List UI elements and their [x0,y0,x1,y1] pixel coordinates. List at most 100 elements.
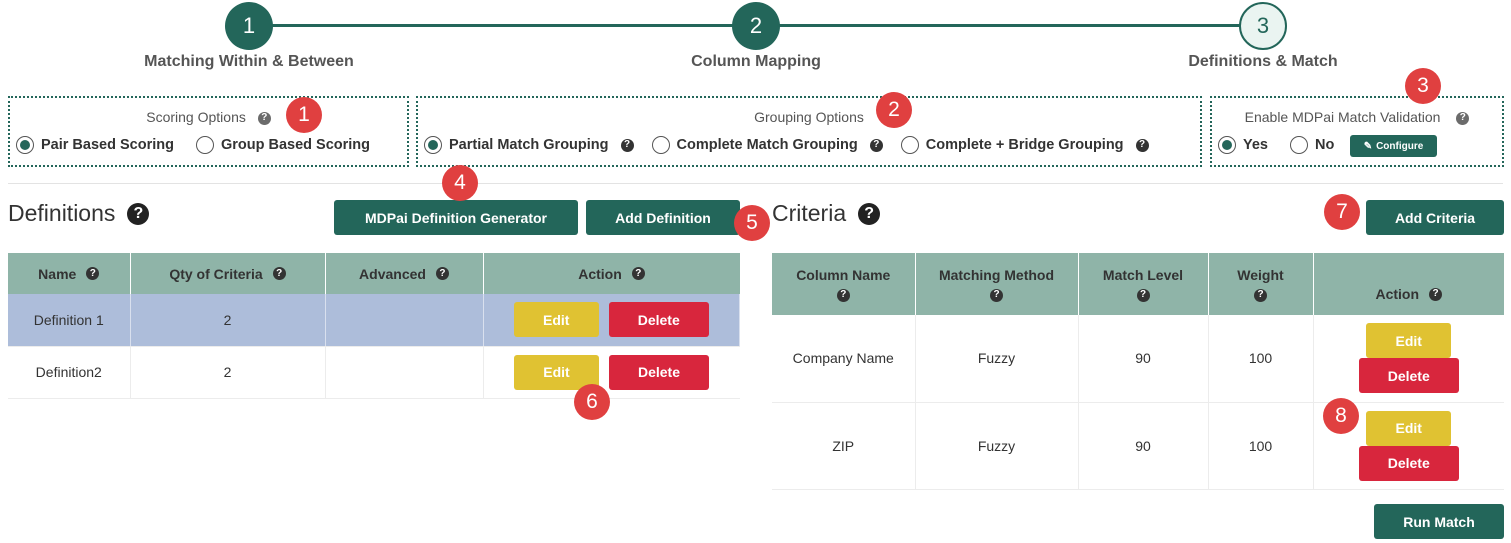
cell-advanced [325,346,484,399]
help-icon[interactable]: ? [1135,138,1149,152]
cell-action: Edit Delete [483,346,740,399]
cell-qty: 2 [130,294,326,347]
edit-icon: ✎ [1363,140,1373,152]
callout-badge-3: 3 [1405,68,1441,104]
step-3-label: Definitions & Match [1188,53,1338,70]
help-icon[interactable]: ? [127,202,150,225]
radio-button-icon[interactable] [424,136,442,154]
table-row[interactable]: Company Name Fuzzy 90 100 Edit Delete [772,315,1504,403]
step-connector [250,24,755,27]
radio-button-icon[interactable] [1218,136,1236,154]
radio-pair-based-scoring[interactable]: Pair Based Scoring [16,136,174,154]
callout-badge-4: 4 [442,165,478,201]
help-icon[interactable]: ? [631,267,645,280]
delete-button[interactable]: Delete [1358,358,1459,394]
cell-action: Edit Delete [1313,315,1504,403]
cell-column-name: Company Name [772,315,916,403]
add-criteria-button[interactable]: Add Criteria [1366,200,1504,235]
help-icon[interactable]: ? [620,138,634,152]
divider [8,183,1503,184]
cell-action: Edit Delete [483,294,740,347]
help-icon[interactable]: ? [257,111,271,125]
step-1-label: Matching Within & Between [144,53,354,70]
definitions-table: Name? Qty of Criteria? Advanced? Action?… [8,253,740,399]
column-header-advanced[interactable]: Advanced? [325,253,484,294]
validation-title: Enable MDPai Match Validation ? [1212,109,1502,125]
step-2-label: Column Mapping [691,53,821,70]
table-row[interactable]: Definition 1 2 Edit Delete [8,294,740,347]
help-icon[interactable]: ? [836,288,850,302]
column-header-name[interactable]: Name? [8,253,131,294]
radio-button-icon[interactable] [900,136,919,154]
callout-badge-6: 6 [574,384,610,420]
help-icon[interactable]: ? [1429,287,1443,301]
help-icon[interactable]: ? [869,138,883,152]
criteria-table: Column Name? Matching Method? Match Leve… [772,253,1504,490]
column-header-action: Action? [1313,253,1504,315]
radio-complete-match-grouping[interactable]: Complete Match Grouping ? [651,136,883,154]
help-icon[interactable]: ? [990,288,1003,302]
column-header-weight[interactable]: Weight? [1208,253,1314,315]
delete-button[interactable]: Delete [608,302,709,338]
radio-button-icon[interactable] [651,136,670,154]
scoring-options-panel: Scoring Options ? Pair Based Scoring Gro… [8,96,409,167]
cell-weight: 100 [1208,402,1314,490]
radio-validation-no[interactable]: No [1290,136,1334,154]
grouping-options-title: Grouping Options [754,109,864,125]
run-match-button[interactable]: Run Match [1374,504,1504,539]
column-header-match-level[interactable]: Match Level? [1078,253,1209,315]
help-icon[interactable]: ? [1136,288,1150,302]
step-3-circle[interactable]: 3 [1239,2,1287,50]
column-header-action: Action? [483,253,740,294]
criteria-title: Criteria ? [772,200,881,227]
radio-button-icon[interactable] [195,136,214,154]
cell-match-level: 90 [1078,402,1209,490]
validation-panel: Enable MDPai Match Validation ? Yes No ✎… [1210,96,1504,167]
cell-matching-method: Fuzzy [915,315,1079,403]
cell-name: Definition 1 [8,294,131,347]
radio-group-based-scoring[interactable]: Group Based Scoring [195,136,370,154]
help-icon[interactable]: ? [1254,288,1267,302]
column-header-column-name[interactable]: Column Name? [772,253,916,315]
step-2-circle[interactable]: 2 [732,2,780,50]
radio-button-icon[interactable] [16,136,34,154]
callout-badge-7: 7 [1324,194,1360,230]
column-header-matching-method[interactable]: Matching Method? [915,253,1079,315]
callout-badge-5: 5 [734,205,770,241]
edit-button[interactable]: Edit [513,302,599,338]
cell-matching-method: Fuzzy [915,402,1079,490]
table-row[interactable]: ZIP Fuzzy 90 100 Edit Delete [772,402,1504,490]
cell-qty: 2 [130,346,326,399]
configure-button[interactable]: ✎ Configure [1350,135,1437,157]
delete-button[interactable]: Delete [609,354,709,390]
edit-button[interactable]: Edit [1366,323,1452,359]
cell-name: Definition2 [8,346,131,399]
column-header-qty[interactable]: Qty of Criteria? [130,253,326,294]
cell-weight: 100 [1208,315,1314,403]
table-row[interactable]: Definition2 2 Edit Delete [8,346,740,399]
delete-button[interactable]: Delete [1358,445,1459,481]
cell-column-name: ZIP [772,402,916,490]
help-icon[interactable]: ? [858,202,881,225]
edit-button[interactable]: Edit [1366,410,1452,446]
help-icon[interactable]: ? [435,267,449,280]
radio-partial-match-grouping[interactable]: Partial Match Grouping ? [424,136,634,154]
scoring-options-title: Scoring Options ? [10,109,407,125]
radio-button-icon[interactable] [1290,136,1308,154]
add-definition-button[interactable]: Add Definition [586,200,740,235]
cell-match-level: 90 [1078,315,1209,403]
radio-complete-bridge-grouping[interactable]: Complete + Bridge Grouping ? [900,136,1149,154]
help-icon[interactable]: ? [86,267,100,280]
help-icon[interactable]: ? [1456,111,1470,125]
grouping-options-panel: Grouping Options Partial Match Grouping … [416,96,1202,167]
definitions-title: Definitions ? [8,200,150,227]
step-connector [757,24,1262,27]
radio-validation-yes[interactable]: Yes [1218,136,1268,154]
callout-badge-8: 8 [1323,398,1359,434]
step-1-circle[interactable]: 1 [225,2,273,50]
callout-badge-1: 1 [286,97,322,133]
callout-badge-2: 2 [876,92,912,128]
help-icon[interactable]: ? [272,267,286,280]
definition-generator-button[interactable]: MDPai Definition Generator [334,200,578,235]
cell-advanced [325,294,484,347]
